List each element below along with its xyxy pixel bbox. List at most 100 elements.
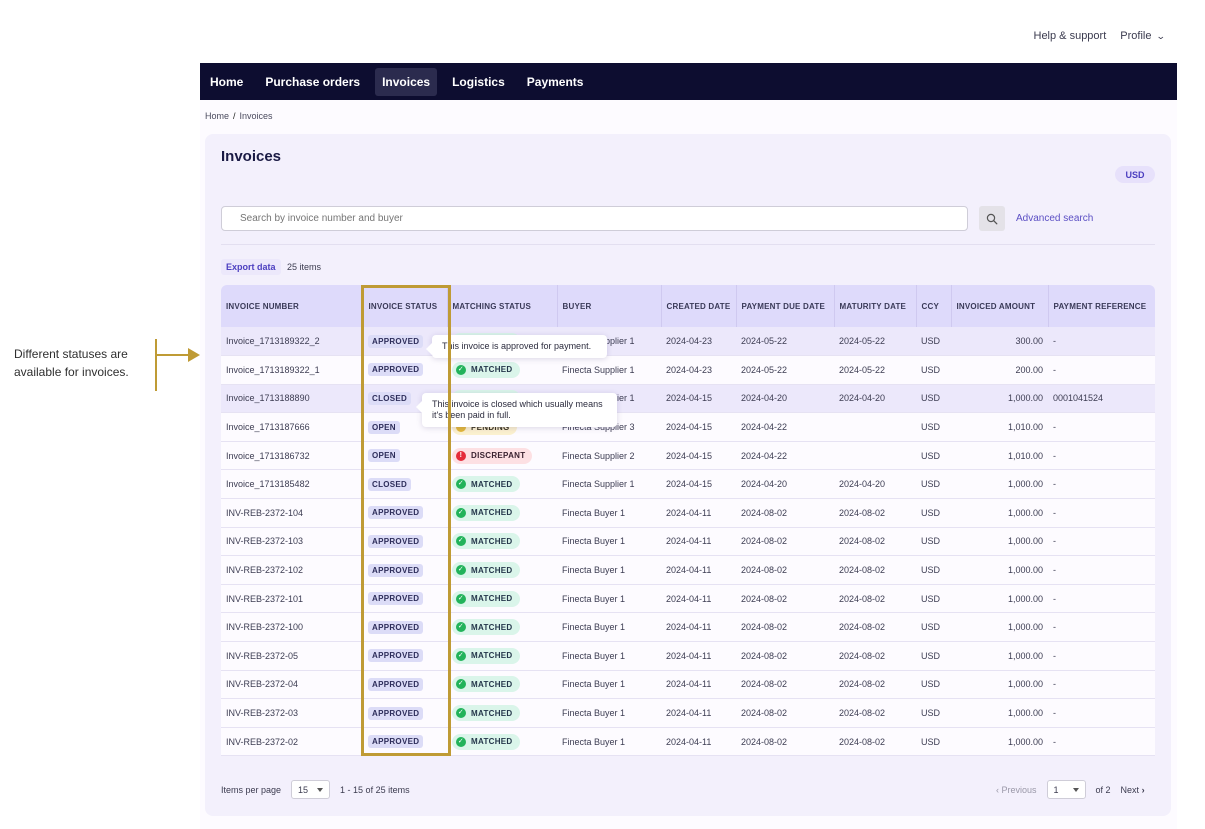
invoice-status-badge[interactable]: APPROVED xyxy=(368,363,424,377)
next-page-button[interactable]: Next › xyxy=(1121,785,1145,795)
payment-due-date-cell: 2024-05-22 xyxy=(741,364,788,375)
table-row[interactable]: Invoice_1713185482 CLOSED ✓ MATCHED Finecta … xyxy=(221,469,1155,499)
buyer-cell: Finecta Supplier 1 xyxy=(562,364,635,375)
invoiced-amount-cell: 1,000.00 xyxy=(1007,393,1043,404)
nav-item-invoices[interactable]: Invoices xyxy=(375,67,438,96)
page-select[interactable]: 1 xyxy=(1046,780,1086,799)
nav-item-home[interactable]: Home xyxy=(203,68,250,96)
invoice-number-cell[interactable]: INV-REB-2372-103 xyxy=(221,527,363,556)
column-header-ccy[interactable]: CCY xyxy=(916,285,952,327)
invoice-number-cell[interactable]: Invoice_1713189322_2 xyxy=(221,327,363,356)
table-row[interactable]: INV-REB-2372-02 APPROVED ✓ MATCHED Finecta B… xyxy=(221,727,1155,756)
nav-item-purchase-orders[interactable]: Purchase orders xyxy=(258,68,367,96)
invoice-status-badge[interactable]: APPROVED xyxy=(368,534,424,548)
help-support-link[interactable]: Help & support xyxy=(1034,30,1107,42)
previous-page-button[interactable]: ‹ Previous xyxy=(996,785,1037,795)
payment-reference-cell: - xyxy=(1053,507,1056,518)
invoice-status-badge[interactable]: OPEN xyxy=(368,449,400,463)
nav-item-logistics[interactable]: Logistics xyxy=(445,68,512,96)
invoice-number-cell[interactable]: Invoice_1713189322_1 xyxy=(221,356,363,385)
column-header-buyer[interactable]: BUYER xyxy=(557,285,662,327)
invoice-status-badge[interactable]: APPROVED xyxy=(368,649,424,663)
buyer-cell: Finecta Buyer 1 xyxy=(562,679,626,690)
payment-reference-cell: - xyxy=(1053,565,1056,576)
invoice-status-badge[interactable]: APPROVED xyxy=(368,735,424,749)
matching-status-label: MATCHED xyxy=(471,679,513,689)
column-header-matching-status[interactable]: MATCHING STATUS xyxy=(447,285,558,327)
maturity-date-cell xyxy=(834,413,916,442)
profile-menu[interactable]: Profile ⌄ xyxy=(1120,30,1166,42)
maturity-date-cell: 2024-05-22 xyxy=(839,336,886,347)
column-header-payment-reference[interactable]: PAYMENT REFERENCE xyxy=(1048,285,1155,327)
column-header-invoiced-amount[interactable]: INVOICED AMOUNT xyxy=(951,285,1049,327)
column-header-invoice-status[interactable]: INVOICE STATUS xyxy=(363,285,448,327)
invoice-status-badge[interactable]: APPROVED xyxy=(368,506,424,520)
invoice-number-cell[interactable]: INV-REB-2372-100 xyxy=(221,613,363,642)
payment-reference-cell: - xyxy=(1053,736,1056,747)
table-row[interactable]: INV-REB-2372-104 APPROVED ✓ MATCHED Finecta … xyxy=(221,498,1155,528)
table-row[interactable]: Invoice_1713189322_2APPROVED✓MATCHEDFine… xyxy=(221,327,1155,356)
page-value: 1 xyxy=(1053,784,1059,795)
table-row[interactable]: INV-REB-2372-03 APPROVED ✓ MATCHED Finecta B… xyxy=(221,698,1155,728)
invoice-status-badge[interactable]: APPROVED xyxy=(368,563,424,577)
nav-item-payments[interactable]: Payments xyxy=(520,68,591,96)
payment-due-date-cell: 2024-08-02 xyxy=(741,536,788,547)
invoice-status-badge[interactable]: CLOSED xyxy=(368,391,412,405)
invoice-number-cell[interactable]: Invoice_1713188890 xyxy=(221,384,363,413)
matching-status-label: DISCREPANT xyxy=(471,451,526,461)
ccy-cell: USD xyxy=(921,364,941,375)
invoice-status-cell: APPROVED xyxy=(363,642,447,671)
invoice-number-cell[interactable]: INV-REB-2372-104 xyxy=(221,499,363,528)
payment-due-date-cell: 2024-08-02 xyxy=(741,708,788,719)
invoice-status-badge[interactable]: APPROVED xyxy=(368,334,424,348)
invoice-status-badge[interactable]: APPROVED xyxy=(368,620,424,634)
payment-due-date-cell: 2024-08-02 xyxy=(741,507,788,518)
created-date-cell: 2024-04-11 xyxy=(666,565,712,576)
invoice-status-badge[interactable]: APPROVED xyxy=(368,677,424,691)
column-header-invoice-number[interactable]: INVOICE NUMBER xyxy=(221,285,364,327)
search-button[interactable] xyxy=(979,206,1005,231)
ccy-cell: USD xyxy=(921,422,941,433)
invoice-number-cell[interactable]: Invoice_1713186732 xyxy=(221,441,363,470)
invoice-number-cell[interactable]: Invoice_1713185482 xyxy=(221,470,363,499)
advanced-search-link[interactable]: Advanced search xyxy=(1016,213,1093,224)
matching-status-cell: ✓ MATCHED xyxy=(447,356,557,385)
chevron-left-icon: ‹ xyxy=(996,784,999,795)
table-row[interactable]: INV-REB-2372-100 APPROVED ✓ MATCHED Finecta … xyxy=(221,612,1155,642)
matching-status-badge: ✓ MATCHED xyxy=(452,562,520,579)
invoice-number-cell[interactable]: INV-REB-2372-04 xyxy=(221,670,363,699)
invoiced-amount-cell: 300.00 xyxy=(1015,336,1043,347)
invoice-status-badge[interactable]: APPROVED xyxy=(368,706,424,720)
column-header-created-date[interactable]: CREATED DATE xyxy=(661,285,737,327)
payment-reference-cell: - xyxy=(1053,450,1056,461)
invoice-status-badge[interactable]: APPROVED xyxy=(368,592,424,606)
invoice-number-cell[interactable]: INV-REB-2372-03 xyxy=(221,699,363,728)
invoice-status-badge[interactable]: CLOSED xyxy=(368,477,412,491)
table-row[interactable]: INV-REB-2372-101 APPROVED ✓ MATCHED Finecta … xyxy=(221,584,1155,613)
table-row[interactable]: INV-REB-2372-05 APPROVED ✓ MATCHED Finecta B… xyxy=(221,641,1155,671)
export-data-button[interactable]: Export data xyxy=(221,259,281,275)
search-input[interactable] xyxy=(221,206,968,231)
invoice-number-cell[interactable]: INV-REB-2372-02 xyxy=(221,727,363,756)
created-date-cell: 2024-04-11 xyxy=(666,650,712,661)
table-row[interactable]: Invoice_1713188890CLOSED✓MATCHEDFinecta … xyxy=(221,384,1155,413)
breadcrumb-home[interactable]: Home xyxy=(205,111,229,121)
created-date-cell: 2024-04-11 xyxy=(666,536,712,547)
table-row[interactable]: INV-REB-2372-103 APPROVED ✓ MATCHED Finecta … xyxy=(221,527,1155,556)
caret-down-icon xyxy=(1072,787,1079,792)
invoiced-amount-cell: 1,000.00 xyxy=(1007,565,1043,576)
table-row[interactable]: Invoice_1713189322_1 APPROVED ✓ MATCHED Fine… xyxy=(221,355,1155,385)
column-header-maturity-date[interactable]: MATURITY DATE xyxy=(834,285,917,327)
column-header-payment-due-date[interactable]: PAYMENT DUE DATE xyxy=(736,285,835,327)
invoice-status-cell: APPROVED xyxy=(363,356,447,385)
table-row[interactable]: Invoice_1713187666OPEN•PENDINGFinecta Su… xyxy=(221,412,1155,442)
table-row[interactable]: INV-REB-2372-102 APPROVED ✓ MATCHED Finecta … xyxy=(221,555,1155,585)
items-per-page-select[interactable]: 15 xyxy=(291,780,331,799)
invoice-number-cell[interactable]: Invoice_1713187666 xyxy=(221,413,363,442)
table-row[interactable]: INV-REB-2372-04 APPROVED ✓ MATCHED Finecta B… xyxy=(221,670,1155,699)
table-row[interactable]: Invoice_1713186732 OPEN! DISCREPANT Finecta… xyxy=(221,441,1155,470)
invoice-status-badge[interactable]: OPEN xyxy=(368,420,400,434)
invoice-number-cell[interactable]: INV-REB-2372-102 xyxy=(221,556,363,585)
invoice-number-cell[interactable]: INV-REB-2372-05 xyxy=(221,642,363,671)
invoice-number-cell[interactable]: INV-REB-2372-101 xyxy=(221,584,363,613)
